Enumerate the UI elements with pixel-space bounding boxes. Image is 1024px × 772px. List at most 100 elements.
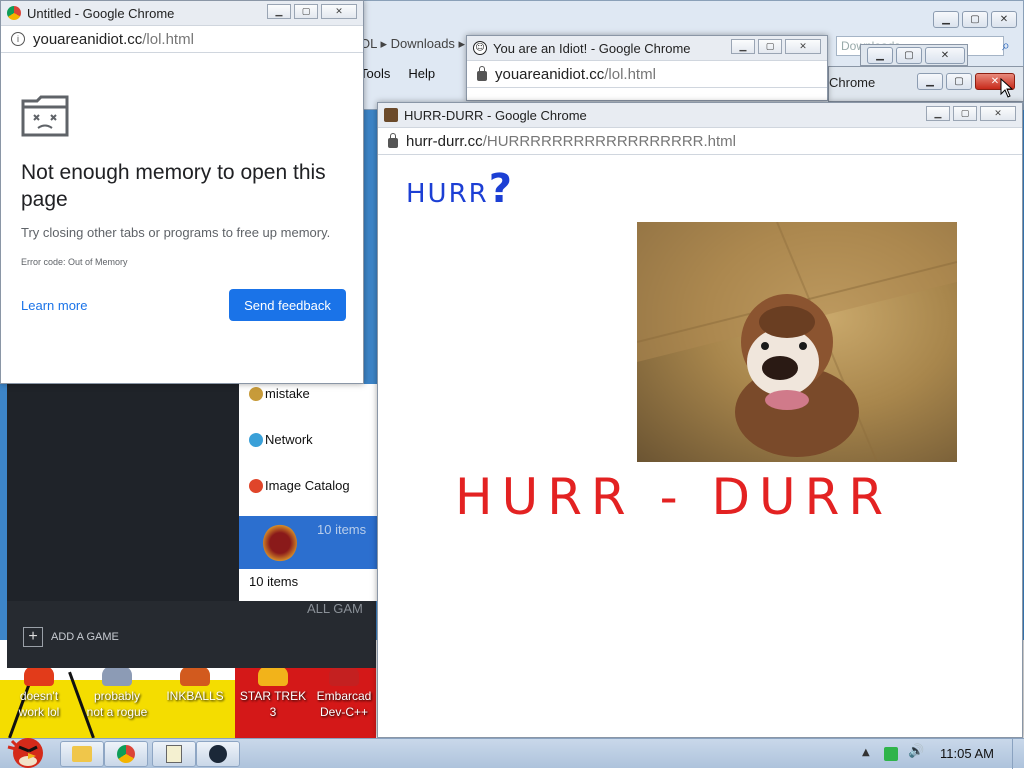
desktop-icon-doesnt-work[interactable]: doesn't work lol <box>0 664 78 720</box>
desktop-icon-label: Embarcad <box>316 689 372 703</box>
chrome-icon <box>117 745 135 763</box>
minimize-button[interactable]: ▁ <box>926 106 950 121</box>
start-button[interactable] <box>4 731 48 769</box>
library-item-label: Image Catalog <box>265 478 350 493</box>
close-button[interactable]: ✕ <box>991 11 1017 28</box>
chrome-window-idiot: ☺ You are an Idiot! - Google Chrome ▁ ▢ … <box>466 35 828 101</box>
maximize-button[interactable]: ▢ <box>946 73 972 90</box>
item-count: 10 items <box>317 522 367 537</box>
window-title: HURR-DURR - Google Chrome <box>404 107 587 123</box>
menu-help[interactable]: Help <box>408 66 435 88</box>
desktop-icon-label: Dev-C++ <box>319 705 369 719</box>
error-message: Try closing other tabs or programs to fr… <box>21 225 331 240</box>
desktop-icon-label: STAR TREK <box>239 689 307 703</box>
learn-more-link[interactable]: Learn more <box>21 298 87 313</box>
minimize-button[interactable]: ▁ <box>267 4 291 19</box>
window-controls: ▁ ▢ ✕ <box>731 39 821 54</box>
url-path: /lol.html <box>604 65 656 83</box>
library-item-label: mistake <box>265 386 310 401</box>
explorer-breadcrumb[interactable]: OL ▸ Downloads ▸ <box>360 36 465 52</box>
address-bar[interactable]: hurr-durr.cc/HURRRRRRRRRRRRRRRRRR.html <box>378 127 1022 155</box>
maximize-button[interactable]: ▢ <box>294 4 318 19</box>
show-hidden-icons[interactable]: ▲ <box>862 747 876 761</box>
dog-favicon-icon <box>384 108 398 122</box>
library-item-selected[interactable]: 10 items <box>239 516 383 569</box>
error-heading: Not enough memory to open this page <box>21 161 326 211</box>
add-game-label: ADD A GAME <box>51 631 119 643</box>
url-host: hurr-durr.cc <box>406 132 483 150</box>
window-controls: ▁ ▢ ✕ <box>867 47 965 64</box>
close-button[interactable]: ✕ <box>980 106 1016 121</box>
all-games-label[interactable]: ALL GAM <box>307 601 363 616</box>
taskbar-notepad[interactable] <box>152 741 196 767</box>
steam-bottom-bar: ALL GAM + ADD A GAME <box>7 601 376 668</box>
taskbar-explorer[interactable] <box>60 741 104 767</box>
maximize-button[interactable]: ▢ <box>962 11 988 28</box>
network-icon <box>249 433 263 447</box>
steam-library-list: mistake Network Image Catalog 10 items 1… <box>239 384 383 601</box>
close-button[interactable]: ✕ <box>321 4 357 19</box>
taskbar-steam[interactable] <box>196 741 240 767</box>
steam-icon <box>209 745 227 763</box>
taskbar-chrome[interactable] <box>104 741 148 767</box>
desktop-icon-label: 3 <box>269 705 277 719</box>
window-title: Untitled - Google Chrome <box>27 5 175 21</box>
folder-icon <box>72 746 92 762</box>
window-titlebar[interactable]: Untitled - Google Chrome ▁ ▢ ✕ <box>1 1 363 25</box>
show-desktop-button[interactable] <box>1012 739 1024 769</box>
bulldog-illustration <box>637 222 957 462</box>
angry-bird-icon <box>7 738 43 768</box>
plus-icon: + <box>23 627 43 647</box>
steam-panel: mistake Network Image Catalog 10 items 1… <box>7 384 383 668</box>
question-mark: ? <box>488 166 514 212</box>
chrome-window-error: Untitled - Google Chrome ▁ ▢ ✕ i youarea… <box>0 0 364 384</box>
window-titlebar[interactable]: HURR-DURR - Google Chrome ▁ ▢ ✕ <box>378 103 1022 127</box>
maximize-button[interactable]: ▢ <box>953 106 977 121</box>
desktop-icon-star-trek[interactable]: STAR TREK 3 <box>234 664 312 720</box>
minimize-button[interactable]: ▁ <box>867 47 893 64</box>
chrome-window-behind: Chrome ▁ ▢ ✕ <box>828 66 1024 102</box>
maximize-button[interactable]: ▢ <box>896 47 922 64</box>
taskbar-clock[interactable]: 11:05 AM <box>940 746 994 761</box>
desktop-icon-probably-not-a-rogue[interactable]: probably not a rogue <box>78 664 156 720</box>
minimize-button[interactable]: ▁ <box>917 73 943 90</box>
smiley-icon: ☺ <box>473 41 487 55</box>
sad-tab-icon <box>21 95 69 137</box>
window-title: You are an Idiot! - Google Chrome <box>493 40 691 56</box>
bulldog-image <box>637 222 957 462</box>
explorer-menubar: Tools Help <box>360 66 435 88</box>
lock-icon <box>477 66 487 81</box>
address-bar[interactable]: youareanidiot.cc/lol.html <box>467 60 827 88</box>
search-icon[interactable]: ⌕ <box>1002 38 1010 54</box>
library-item-network[interactable]: Network <box>249 432 313 447</box>
hurr-text: HURR <box>406 179 489 209</box>
library-item-label: Network <box>265 432 313 447</box>
library-item-image-catalog[interactable]: Image Catalog <box>249 478 350 493</box>
menu-tools[interactable]: Tools <box>360 66 390 88</box>
lock-icon <box>388 133 398 148</box>
add-game-button[interactable]: + ADD A GAME <box>23 627 119 647</box>
network-tray-icon[interactable] <box>884 747 898 761</box>
close-button[interactable]: ✕ <box>785 39 821 54</box>
window-titlebar[interactable]: ☺ You are an Idiot! - Google Chrome ▁ ▢ … <box>467 36 827 60</box>
error-code: Error code: Out of Memory <box>21 257 128 267</box>
hurr-heading: HURR? <box>406 166 514 212</box>
desktop-icon-inkballs[interactable]: INKBALLS <box>156 664 234 704</box>
maximize-button[interactable]: ▢ <box>758 39 782 54</box>
mine-icon <box>263 524 297 562</box>
minimize-button[interactable]: ▁ <box>933 11 959 28</box>
url-host: youareanidiot.cc <box>33 30 143 48</box>
minimize-button[interactable]: ▁ <box>731 39 755 54</box>
info-icon: i <box>11 32 25 46</box>
send-feedback-button[interactable]: Send feedback <box>229 289 346 321</box>
library-item-mistake[interactable]: mistake <box>249 386 310 401</box>
window-title: Chrome <box>829 75 876 90</box>
notepad-icon <box>166 745 182 763</box>
explorer-window-controls: ▁ ▢ ✕ <box>933 11 1017 28</box>
volume-icon[interactable]: 🔊 <box>908 744 924 759</box>
close-button[interactable]: ✕ <box>925 47 965 64</box>
desktop-icon-dev-cpp[interactable]: Embarcad Dev-C++ <box>312 664 376 720</box>
library-footer-count: 10 items <box>249 574 299 589</box>
address-bar[interactable]: i youareanidiot.cc/lol.html <box>1 25 363 53</box>
folder-icon <box>249 387 263 401</box>
